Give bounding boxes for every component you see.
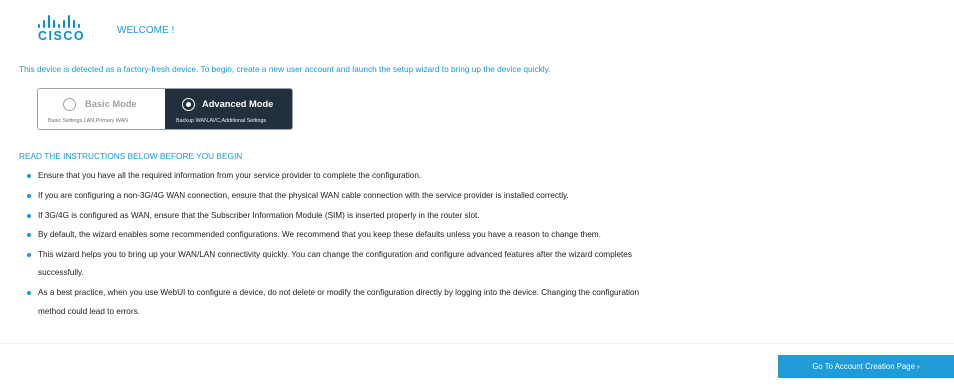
instruction-item: This wizard helps you to bring up your W… xyxy=(27,250,632,259)
instruction-item: As a best practice, when you use WebUI t… xyxy=(26,288,640,297)
cisco-logo-bars-icon xyxy=(38,14,86,28)
footer-divider xyxy=(0,343,954,344)
intro-text: This device is detected as a factory-fre… xyxy=(19,64,551,74)
cisco-logo: CISCO xyxy=(38,14,90,44)
instruction-item-continuation: method could lead to errors. xyxy=(38,307,140,316)
cisco-logo-text: CISCO xyxy=(38,29,86,43)
welcome-heading: WELCOME ! xyxy=(117,25,175,36)
advanced-mode-option[interactable]: Advanced Mode Backup WAN,AVC,Additional … xyxy=(165,89,292,129)
mode-selector: Basic Mode Basic Settings,LAN,Primary WA… xyxy=(37,88,293,130)
basic-mode-radio-icon[interactable] xyxy=(63,98,76,111)
instruction-item: By default, the wizard enables some reco… xyxy=(27,230,601,239)
advanced-mode-radio-icon[interactable] xyxy=(182,98,195,111)
basic-mode-option[interactable]: Basic Mode Basic Settings,LAN,Primary WA… xyxy=(38,89,165,129)
basic-mode-title: Basic Mode xyxy=(85,99,137,109)
basic-mode-subtitle: Basic Settings,LAN,Primary WAN xyxy=(48,118,129,124)
instruction-item: If you are configuring a non-3G/4G WAN c… xyxy=(27,191,569,200)
instruction-item: Ensure that you have all the required in… xyxy=(26,171,422,180)
advanced-mode-title: Advanced Mode xyxy=(202,99,274,109)
instruction-item: If 3G/4G is configured as WAN, ensure th… xyxy=(27,211,480,220)
instruction-item-continuation: successfully. xyxy=(38,268,84,277)
instructions-heading: READ THE INSTRUCTIONS BELOW BEFORE YOU B… xyxy=(19,151,243,161)
go-to-account-creation-button[interactable]: Go To Account Creation Page › xyxy=(778,355,954,378)
advanced-mode-subtitle: Backup WAN,AVC,Additional Settings xyxy=(176,118,267,124)
